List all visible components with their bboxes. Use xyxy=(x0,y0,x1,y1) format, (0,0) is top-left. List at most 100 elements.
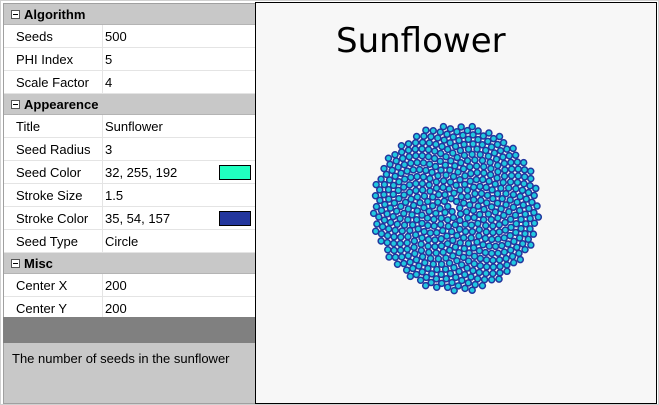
seed xyxy=(501,166,509,174)
seed xyxy=(527,241,535,249)
seed xyxy=(424,145,433,154)
collapse-icon[interactable] xyxy=(11,9,20,19)
seed xyxy=(398,154,407,163)
seed xyxy=(425,248,433,257)
seed xyxy=(422,166,430,175)
property-row-title[interactable]: Title Sunflower xyxy=(4,115,255,138)
stroke-color-value[interactable]: 35, 54, 157 xyxy=(103,207,255,229)
seed xyxy=(418,186,427,194)
seeds-value[interactable]: 500 xyxy=(103,25,255,47)
seed xyxy=(469,196,478,204)
phi-index-value[interactable]: 5 xyxy=(103,48,255,70)
seed xyxy=(484,152,493,161)
seed xyxy=(530,191,538,200)
seed xyxy=(441,191,449,199)
seed xyxy=(409,264,417,273)
seed xyxy=(488,235,496,244)
property-row-stroke-size[interactable]: Stroke Size 1.5 xyxy=(4,184,255,207)
seed-radius-value[interactable]: 3 xyxy=(103,138,255,160)
seed xyxy=(467,273,475,281)
seed xyxy=(372,180,380,189)
property-row-stroke-color[interactable]: Stroke Color 35, 54, 157 xyxy=(4,207,255,230)
seed xyxy=(405,152,413,161)
seed xyxy=(410,237,419,245)
seed xyxy=(476,254,485,263)
seed xyxy=(480,169,488,177)
center-y-value[interactable]: 200 xyxy=(103,297,255,319)
seed-color-swatch[interactable] xyxy=(219,165,251,180)
seed xyxy=(403,239,411,247)
seed xyxy=(418,145,426,153)
seed xyxy=(443,216,452,224)
seed xyxy=(474,202,482,210)
seed xyxy=(500,248,509,256)
seed xyxy=(431,147,439,155)
seed xyxy=(485,242,493,250)
seed xyxy=(487,276,496,284)
collapse-icon[interactable] xyxy=(11,258,20,268)
property-label: Seed Type xyxy=(4,230,103,252)
seed xyxy=(432,178,441,186)
seed xyxy=(386,218,395,227)
section-misc[interactable]: Misc xyxy=(4,253,255,274)
property-row-phi-index[interactable]: PHI Index 5 xyxy=(4,48,255,71)
seed xyxy=(503,261,511,269)
stroke-size-value[interactable]: 1.5 xyxy=(103,184,255,206)
seed xyxy=(393,220,402,228)
seed xyxy=(414,225,422,233)
property-row-seeds[interactable]: Seeds 500 xyxy=(4,25,255,48)
center-x-value[interactable]: 200 xyxy=(103,274,255,296)
seed xyxy=(470,252,479,260)
seed xyxy=(405,181,414,189)
seed xyxy=(383,231,392,240)
seed xyxy=(413,172,421,181)
seed xyxy=(403,245,412,254)
property-row-seed-color[interactable]: Seed Color 32, 255, 192 xyxy=(4,161,255,184)
seed xyxy=(416,276,425,284)
seed xyxy=(462,208,471,216)
scale-factor-value[interactable]: 4 xyxy=(103,71,255,93)
seed xyxy=(416,199,424,207)
seed xyxy=(479,215,488,224)
seed xyxy=(443,283,452,292)
seed xyxy=(475,268,484,277)
property-label: Stroke Size xyxy=(4,184,103,206)
seed xyxy=(518,186,527,195)
seed xyxy=(489,256,497,265)
seed xyxy=(495,132,504,141)
seed xyxy=(478,156,487,165)
section-algorithm[interactable]: Algorithm xyxy=(4,4,255,25)
seed xyxy=(464,214,472,222)
seed-color-value[interactable]: 32, 255, 192 xyxy=(103,161,255,183)
stroke-color-text: 35, 54, 157 xyxy=(105,210,171,226)
title-value[interactable]: Sunflower xyxy=(103,115,255,137)
seed xyxy=(391,253,400,262)
seed-type-value[interactable]: Circle xyxy=(103,230,255,252)
seed xyxy=(475,232,483,240)
property-row-center-x[interactable]: Center X 200 xyxy=(4,274,255,297)
property-row-scale-factor[interactable]: Scale Factor 4 xyxy=(4,71,255,94)
seed xyxy=(520,180,528,188)
collapse-icon[interactable] xyxy=(11,99,20,109)
seed xyxy=(477,189,486,198)
seed xyxy=(436,220,445,229)
seed xyxy=(505,152,514,160)
stroke-color-swatch[interactable] xyxy=(219,211,251,226)
property-row-seed-type[interactable]: Seed Type Circle xyxy=(4,230,255,253)
seed xyxy=(495,228,504,236)
seed xyxy=(398,227,406,235)
property-row-seed-radius[interactable]: Seed Radius 3 xyxy=(4,138,255,161)
seed xyxy=(477,196,485,205)
seed xyxy=(472,175,481,184)
seed xyxy=(422,126,430,134)
seed xyxy=(509,190,518,199)
section-appearence[interactable]: Appearence xyxy=(4,94,255,115)
seed xyxy=(391,226,399,235)
seed xyxy=(490,149,499,157)
seed xyxy=(474,127,482,135)
seed xyxy=(480,275,489,284)
seed xyxy=(466,177,475,185)
seed xyxy=(512,185,520,193)
seed xyxy=(394,163,402,171)
seed xyxy=(514,165,522,173)
